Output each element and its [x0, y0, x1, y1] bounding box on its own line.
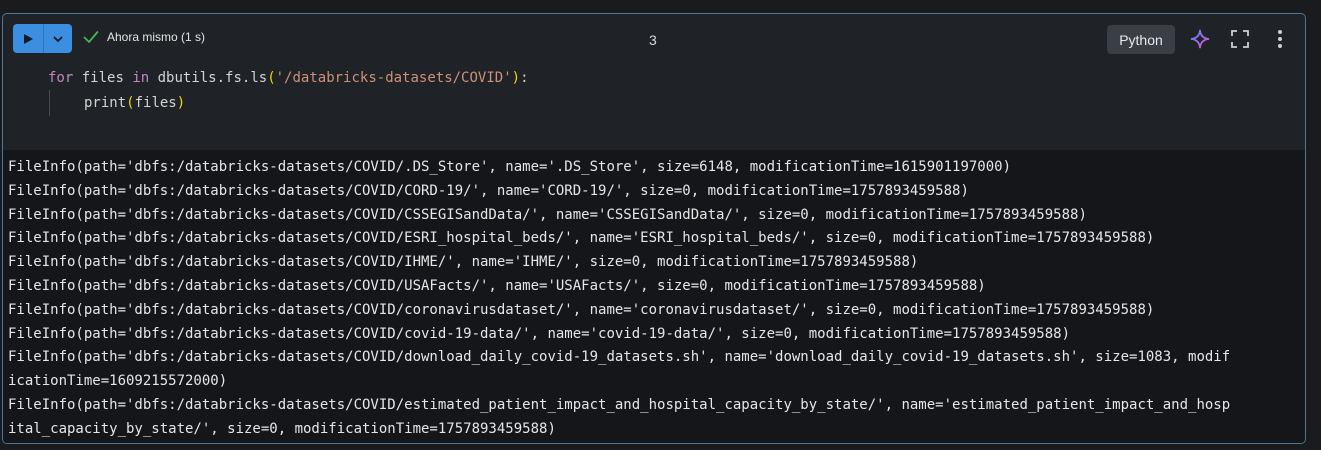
notebook-cell[interactable]: Ahora mismo (1 s) 3 Python for files in …: [2, 13, 1306, 444]
output-line: FileInfo(path='dbfs:/databricks-datasets…: [8, 230, 1155, 247]
code-keyword: for: [48, 70, 74, 86]
code-text: dbutils.fs.ls: [149, 70, 268, 86]
execution-status: Ahora mismo (1 s): [83, 30, 205, 44]
output-line: FileInfo(path='dbfs:/databricks-datasets…: [8, 206, 1087, 223]
code-paren: ): [511, 70, 521, 86]
output-line: ital_capacity_by_state/', size=0, modifi…: [8, 420, 556, 437]
cell-number: 3: [649, 32, 657, 48]
output-line: FileInfo(path='dbfs:/databricks-datasets…: [8, 325, 1071, 342]
cell-output: FileInfo(path='dbfs:/databricks-datasets…: [3, 150, 1305, 443]
code-text: print: [84, 95, 127, 111]
output-line: FileInfo(path='dbfs:/databricks-datasets…: [8, 396, 1231, 413]
output-line: FileInfo(path='dbfs:/databricks-datasets…: [8, 301, 1155, 318]
check-icon: [83, 31, 99, 43]
cell-header: Ahora mismo (1 s) 3 Python: [3, 14, 1305, 66]
code-paren: ): [176, 95, 186, 111]
output-line: FileInfo(path='dbfs:/databricks-datasets…: [8, 159, 1012, 175]
expand-icon: [1231, 30, 1249, 48]
assistant-button[interactable]: [1189, 28, 1211, 50]
code-text: files: [73, 70, 133, 86]
expand-button[interactable]: [1229, 28, 1251, 50]
output-line: icationTime=1609215572000): [8, 373, 228, 390]
output-line: FileInfo(path='dbfs:/databricks-datasets…: [8, 349, 1231, 366]
code-paren: (: [126, 95, 135, 111]
language-selector[interactable]: Python: [1107, 25, 1175, 54]
code-text: :: [520, 70, 529, 86]
output-line: FileInfo(path='dbfs:/databricks-datasets…: [8, 277, 986, 294]
code-paren: (: [267, 70, 276, 86]
more-options-button[interactable]: [1269, 28, 1291, 50]
play-icon: [24, 33, 33, 44]
code-line-1: for files in dbutils.fs.ls('/databricks-…: [48, 66, 529, 91]
run-options-dropdown[interactable]: [44, 24, 72, 53]
code-text: files: [134, 95, 177, 111]
code-editor[interactable]: for files in dbutils.fs.ls('/databricks-…: [3, 66, 1305, 150]
code-keyword: in: [132, 70, 150, 86]
run-cell-button[interactable]: [13, 24, 43, 53]
more-vertical-icon: [1278, 30, 1282, 48]
output-line: FileInfo(path='dbfs:/databricks-datasets…: [8, 254, 919, 271]
code-string: '/databricks-datasets/COVID': [275, 70, 512, 86]
output-line: FileInfo(path='dbfs:/databricks-datasets…: [8, 182, 969, 199]
run-button-group: [13, 24, 72, 53]
indent-guide: [49, 90, 50, 116]
code-line-2: print(files): [84, 91, 185, 116]
execution-status-text: Ahora mismo (1 s): [107, 30, 206, 44]
chevron-down-icon: [53, 36, 63, 42]
sparkle-icon: [1190, 29, 1210, 49]
